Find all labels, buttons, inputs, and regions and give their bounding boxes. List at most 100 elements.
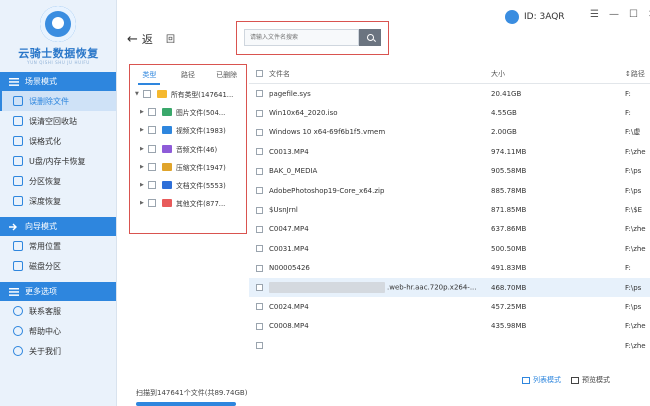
row-checkbox[interactable] xyxy=(255,342,263,350)
tree-item-label: 音频文件(46) xyxy=(176,145,218,154)
row-checkbox[interactable] xyxy=(255,206,263,214)
table-row[interactable]: BAK_0_MEDIA 905.58MB F:\ps xyxy=(249,162,650,181)
row-checkbox[interactable] xyxy=(255,322,263,330)
file-type-icon xyxy=(162,126,172,135)
row-checkbox[interactable] xyxy=(255,303,263,311)
sidebar-item-format[interactable]: 误格式化 xyxy=(0,131,116,151)
table-row[interactable]: C0031.MP4 500.50MB F:\zhe xyxy=(249,239,650,258)
file-type-icon xyxy=(162,144,172,153)
file-list-body: pagefile.sys 20.41GB F: Win10x64_2020.iso 4.… xyxy=(249,84,650,355)
file-path: F: xyxy=(625,109,631,118)
search-button[interactable] xyxy=(359,29,381,46)
row-checkbox[interactable] xyxy=(255,128,263,136)
row-checkbox[interactable] xyxy=(255,264,263,272)
expand-icon[interactable]: ▶ xyxy=(140,109,148,115)
sidebar-item-usb-card[interactable]: U盘/内存卡恢复 xyxy=(0,151,116,171)
row-checkbox[interactable] xyxy=(255,225,263,233)
sidebar-item-deep[interactable]: 深度恢复 xyxy=(0,191,116,211)
home-button[interactable]: 回 xyxy=(166,32,178,45)
file-path: F: xyxy=(625,89,631,98)
expand-icon[interactable]: ▶ xyxy=(140,146,148,152)
sidebar-item-partition[interactable]: 分区恢复 xyxy=(0,171,116,191)
row-checkbox[interactable] xyxy=(255,90,263,98)
user-account[interactable]: ID: 3AQR xyxy=(505,10,565,24)
expand-icon[interactable]: ▶ xyxy=(140,127,148,133)
tab-path[interactable]: 路径 xyxy=(169,70,208,80)
deep-scan-icon xyxy=(13,196,23,206)
table-row[interactable]: C0008.MP4 435.98MB F:\zhe xyxy=(249,317,650,336)
column-name[interactable]: 文件名 xyxy=(269,69,491,79)
sidebar-item-deleted-files[interactable]: 误删除文件 xyxy=(0,91,116,111)
table-row[interactable]: C0013.MP4 974.11MB F:\zhe xyxy=(249,142,650,161)
row-checkbox[interactable] xyxy=(255,148,263,156)
column-path[interactable]: ↕路径 xyxy=(625,69,650,79)
tree-checkbox[interactable] xyxy=(148,199,156,208)
file-name: Win10x64_2020.iso xyxy=(269,109,338,118)
maximize-icon[interactable]: ☐ xyxy=(629,9,638,20)
file-type-icon xyxy=(162,181,172,190)
menu-icon[interactable]: ☰ xyxy=(590,9,599,20)
tree-item[interactable]: ▶ 文档文件(5553) xyxy=(130,176,246,194)
expand-icon[interactable]: ▼ xyxy=(135,91,143,97)
select-all-checkbox[interactable] xyxy=(255,70,263,77)
tree-checkbox[interactable] xyxy=(148,162,156,171)
sidebar-item-help[interactable]: 帮助中心 xyxy=(0,321,116,341)
table-row[interactable]: F:\zhe xyxy=(249,336,650,355)
file-size: 885.78MB xyxy=(491,186,527,195)
table-row[interactable]: Windows 10 x64-69f6b1f5.vmem 2.00GB F:\虚 xyxy=(249,123,650,142)
tree-checkbox[interactable] xyxy=(143,90,151,99)
tab-type[interactable]: 类型 xyxy=(130,70,169,80)
table-row[interactable]: .web-hr.aac.720p.x264-... 468.70MB F:\ps xyxy=(249,277,650,298)
preview-mode-button[interactable]: 预览模式 xyxy=(571,375,610,385)
redacted-block xyxy=(269,282,385,294)
file-type-icon xyxy=(162,108,172,117)
tree-item[interactable]: ▶ 其他文件(877... xyxy=(130,194,246,212)
expand-icon[interactable]: ▶ xyxy=(140,164,148,170)
tree-item[interactable]: ▶ 压缩文件(1947) xyxy=(130,158,246,176)
back-button[interactable]: ← 返 xyxy=(127,31,153,47)
section-guide: 向导模式 常用位置 磁盘分区 xyxy=(0,217,116,276)
section-title: 向导模式 xyxy=(25,222,57,231)
tree-checkbox[interactable] xyxy=(148,181,156,190)
row-checkbox[interactable] xyxy=(255,284,263,292)
row-checkbox[interactable] xyxy=(255,109,263,117)
tab-deleted[interactable]: 已删除 xyxy=(207,70,246,80)
table-row[interactable]: $UsnJrnl 871.85MB F:\$E xyxy=(249,200,650,219)
tree-checkbox[interactable] xyxy=(148,144,156,153)
section-title: 更多选项 xyxy=(25,287,57,296)
row-checkbox[interactable] xyxy=(255,187,263,195)
expand-icon[interactable]: ▶ xyxy=(140,200,148,206)
section-header-scene-mode[interactable]: 场景模式 xyxy=(0,72,116,91)
search-input[interactable] xyxy=(244,29,359,46)
usb-icon xyxy=(13,156,23,166)
table-row[interactable]: N00005426 491.83MB F: xyxy=(249,259,650,278)
sidebar-item-disk-partition[interactable]: 磁盘分区 xyxy=(0,256,116,276)
table-row[interactable]: Win10x64_2020.iso 4.55GB F: xyxy=(249,103,650,122)
tree-item[interactable]: ▶ 音频文件(46) xyxy=(130,140,246,158)
sidebar-item-recycle-bin[interactable]: 误清空回收站 xyxy=(0,111,116,131)
tree-item[interactable]: ▶ 图片文件(504... xyxy=(130,103,246,121)
tree-item[interactable]: ▼ 所有类型(147641... xyxy=(130,85,246,103)
section-header-guide-mode[interactable]: 向导模式 xyxy=(0,217,116,236)
sidebar-item-about[interactable]: 关于我们 xyxy=(0,341,116,361)
minimize-icon[interactable]: — xyxy=(609,9,619,20)
tree-checkbox[interactable] xyxy=(148,108,156,117)
column-size[interactable]: 大小 xyxy=(491,69,625,79)
sidebar-item-common-locations[interactable]: 常用位置 xyxy=(0,236,116,256)
table-row[interactable]: C0024.MP4 457.25MB F:\ps xyxy=(249,297,650,316)
tree-checkbox[interactable] xyxy=(148,126,156,135)
table-row[interactable]: pagefile.sys 20.41GB F: xyxy=(249,84,650,103)
sidebar-item-contact[interactable]: 联系客服 xyxy=(0,301,116,321)
active-tab-indicator xyxy=(138,83,160,85)
table-row[interactable]: AdobePhotoshop19-Core_x64.zip 885.78MB F:\… xyxy=(249,181,650,200)
tree-item[interactable]: ▶ 视频文件(1983) xyxy=(130,121,246,139)
section-header-more-options[interactable]: 更多选项 xyxy=(0,282,116,301)
search-icon xyxy=(366,34,374,41)
row-checkbox[interactable] xyxy=(255,167,263,175)
file-size: 974.11MB xyxy=(491,147,527,156)
filter-panel: 类型 路径 已删除 ▼ 所有类型(147641... ▶ 图片文件(504... ▶ 视频… xyxy=(129,64,247,234)
row-checkbox[interactable] xyxy=(255,245,263,253)
expand-icon[interactable]: ▶ xyxy=(140,182,148,188)
table-row[interactable]: C0047.MP4 637.86MB F:\zhe xyxy=(249,220,650,239)
list-mode-button[interactable]: 列表模式 xyxy=(522,375,561,385)
